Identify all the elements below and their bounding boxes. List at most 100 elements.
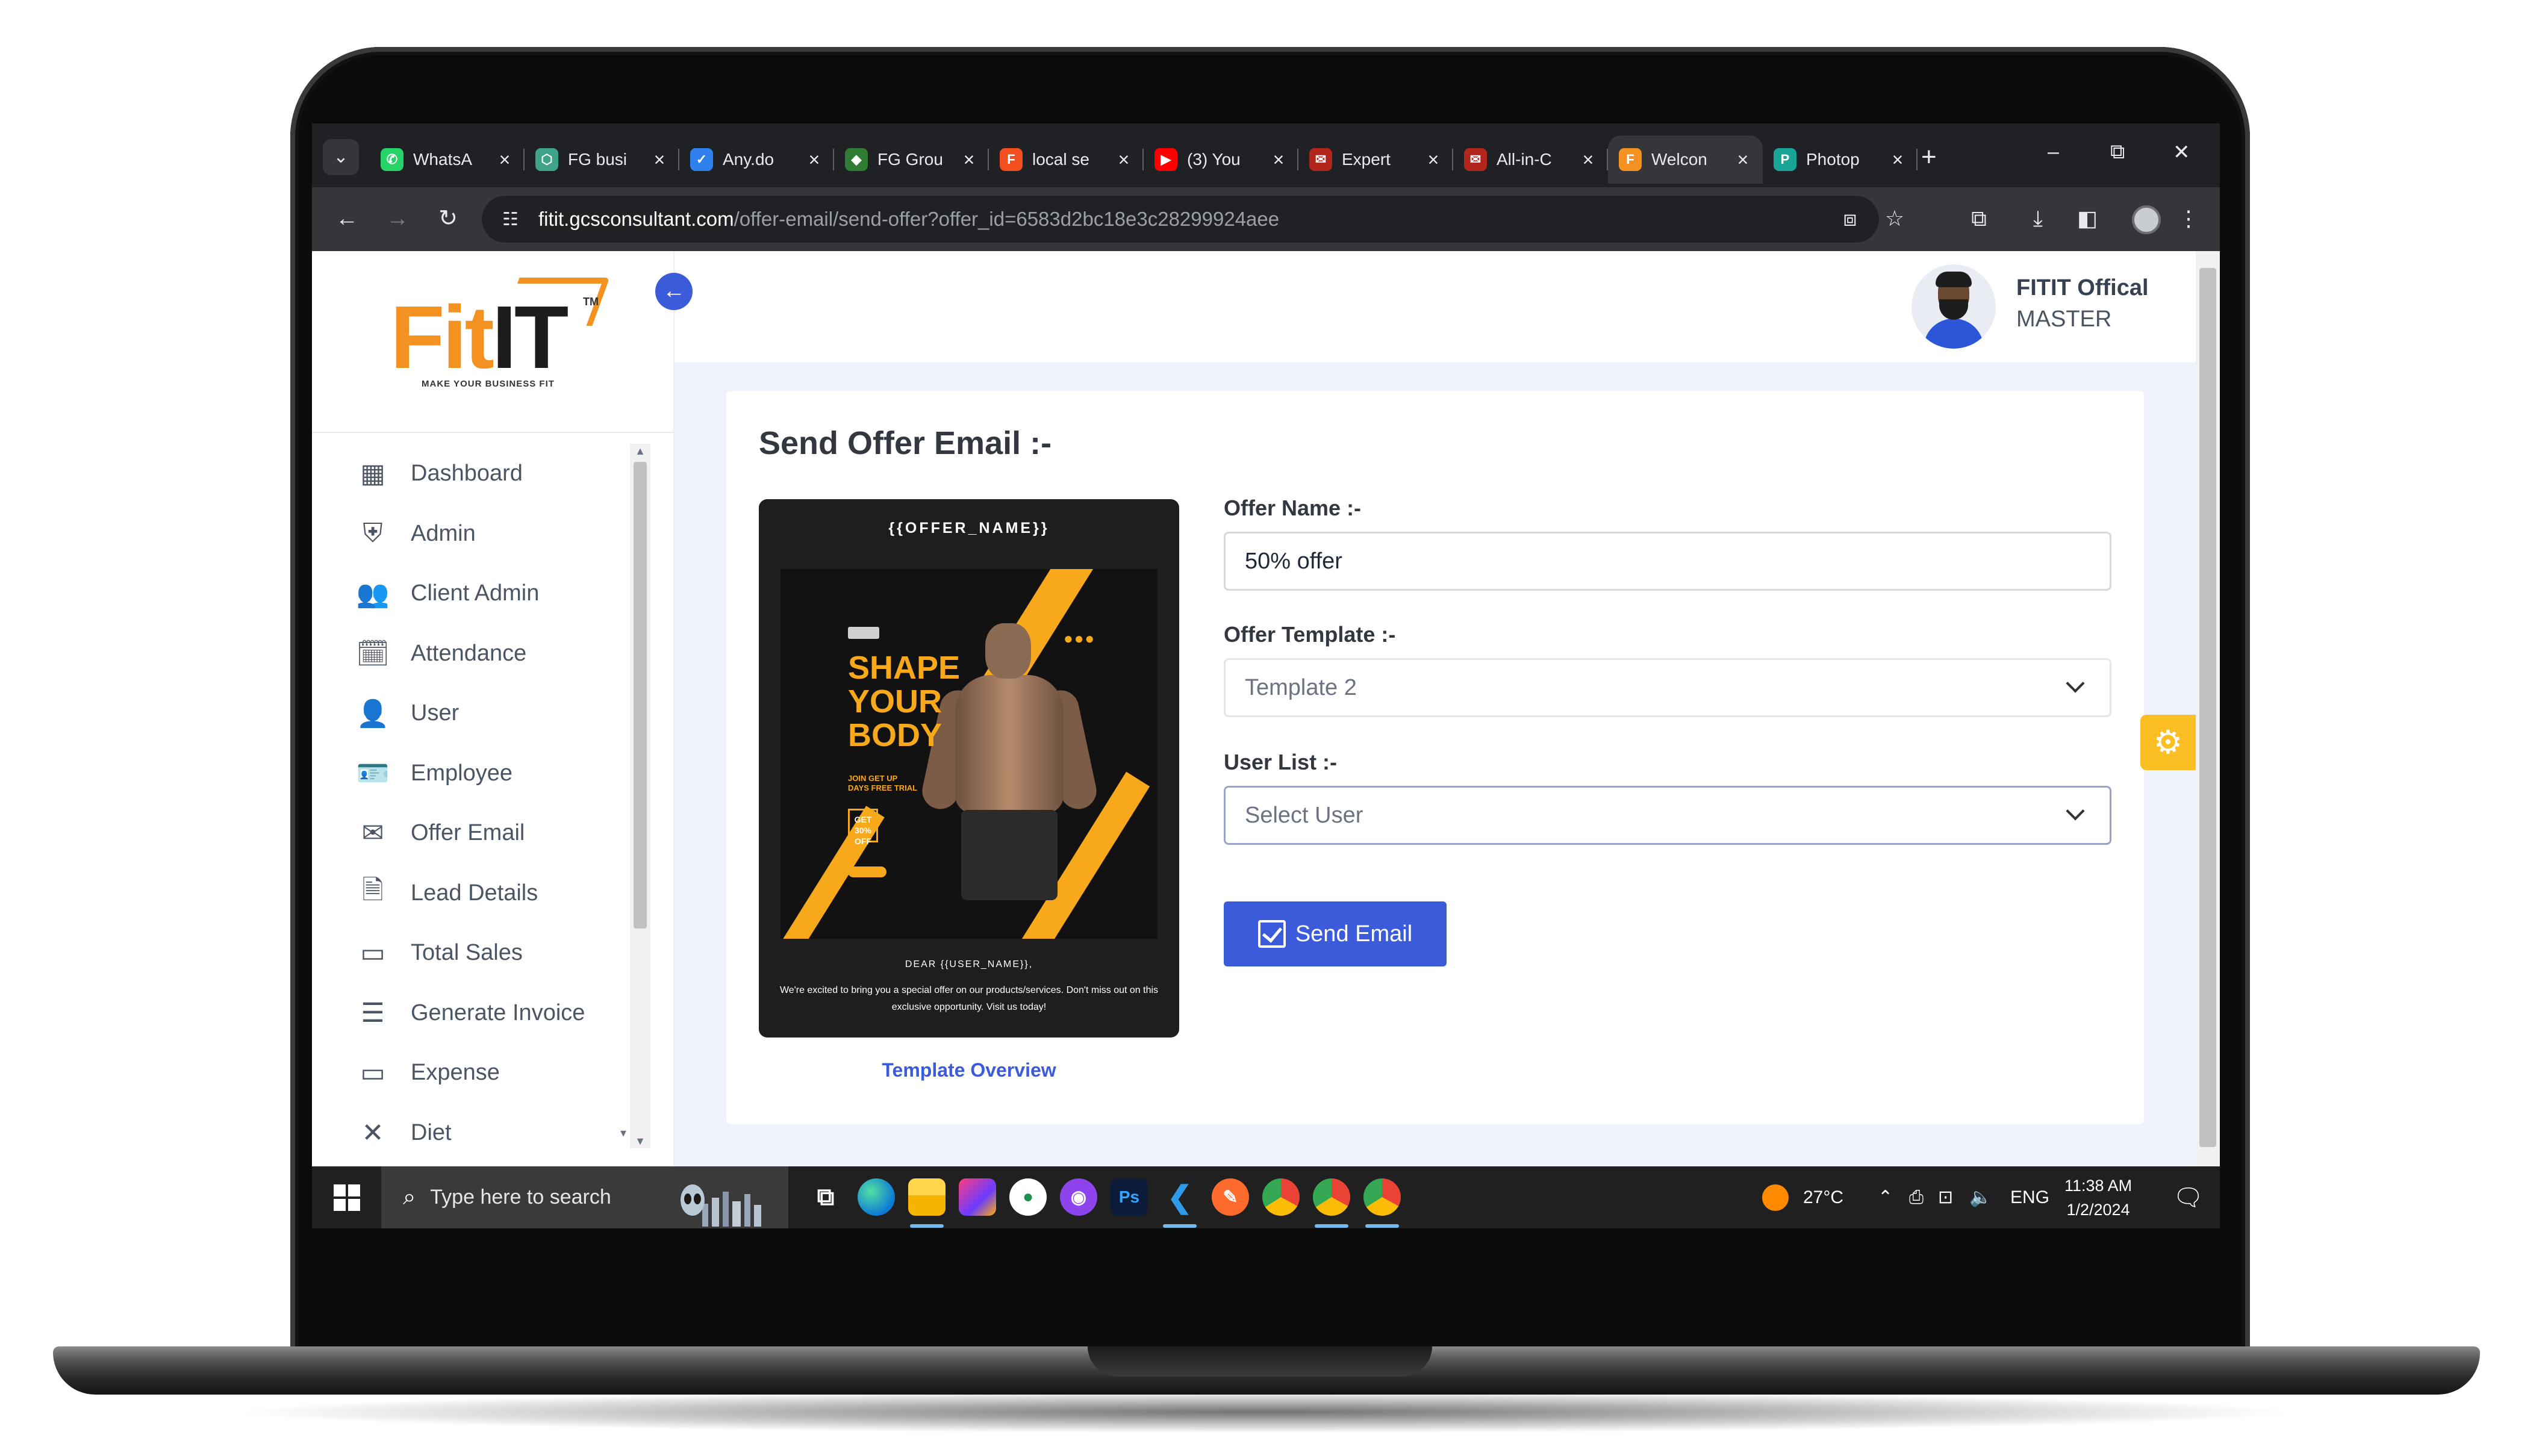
paint-app-icon[interactable]: [959, 1178, 996, 1216]
tab-close-icon[interactable]: ×: [1889, 149, 1907, 171]
downloads-icon[interactable]: ⤓: [2021, 202, 2055, 235]
file-explorer-icon[interactable]: [908, 1178, 946, 1216]
browser-tab[interactable]: ✆ WhatsA ×: [370, 135, 525, 184]
restore-icon[interactable]: ⧉: [2110, 140, 2125, 164]
sidebar-item-client-admin[interactable]: 👥 Client Admin: [355, 564, 620, 624]
tab-close-icon[interactable]: ×: [650, 149, 668, 171]
sidebar-divider: [312, 432, 675, 433]
browser-tab[interactable]: ▶ (3) You ×: [1144, 135, 1298, 184]
sidebar-menu: ▦ Dashboard ⛨ Admin 👥 Client Admin 🗓 Attendance…: [355, 444, 626, 1163]
sidebar-item-diet[interactable]: ✕ Diet ▾: [355, 1103, 626, 1163]
browser-tab[interactable]: ⬡ FG busi ×: [525, 135, 679, 184]
photoshop-icon[interactable]: Ps: [1111, 1178, 1148, 1216]
scroll-up-arrow-icon[interactable]: ▲: [632, 445, 648, 458]
fitit-favicon-icon: F: [1619, 148, 1642, 171]
weather-widget[interactable]: 27°C: [1762, 1166, 1843, 1228]
scroll-down-arrow-icon[interactable]: ▼: [632, 1135, 648, 1148]
side-panel-icon[interactable]: ◧: [2070, 202, 2104, 235]
browser-tab[interactable]: ✉ Expert ×: [1298, 135, 1453, 184]
tab-close-icon[interactable]: ×: [960, 149, 978, 171]
tab-close-icon[interactable]: ×: [496, 149, 514, 171]
browser-tab[interactable]: ✉ All-in-C ×: [1453, 135, 1608, 184]
template-overview-link[interactable]: Template Overview: [759, 1059, 1179, 1081]
offer-template-select[interactable]: Template 2: [1224, 658, 2111, 717]
volume-icon[interactable]: 🔈: [1969, 1166, 1992, 1228]
bookmark-star-icon[interactable]: ☆: [1878, 202, 1911, 235]
offer-name-input[interactable]: 50% offer: [1224, 532, 2111, 591]
postman-icon[interactable]: ✎: [1212, 1178, 1249, 1216]
tab-title: Welcon: [1651, 150, 1707, 169]
sidebar-item-user[interactable]: 👤 User: [355, 683, 620, 744]
tab-close-icon[interactable]: ×: [1734, 149, 1752, 171]
browser-tab[interactable]: ✓ Any.do ×: [679, 135, 834, 184]
chrome-running-indicator: [1315, 1224, 1348, 1228]
back-icon[interactable]: ←: [330, 202, 364, 235]
close-window-icon[interactable]: ✕: [2173, 140, 2190, 164]
user-avatar[interactable]: [1911, 264, 1996, 349]
minimize-icon[interactable]: –: [2048, 140, 2059, 164]
browser-tab[interactable]: P Photop ×: [1763, 135, 1918, 184]
extensions-icon[interactable]: ⧉: [1962, 202, 1996, 235]
sidebar-item-admin[interactable]: ⛨ Admin: [355, 504, 620, 564]
language-indicator[interactable]: ENG: [2010, 1166, 2049, 1228]
browser-tab[interactable]: F Welcon ×: [1608, 135, 1763, 184]
sidebar-item-expense[interactable]: ▭ Expense: [355, 1043, 620, 1103]
settings-gear-icon[interactable]: ⚙: [2140, 715, 2196, 770]
task-view-icon[interactable]: ⧉: [807, 1178, 844, 1216]
sidebar-scrollbar-thumb[interactable]: [634, 462, 647, 929]
vscode-icon[interactable]: ❮: [1161, 1178, 1198, 1216]
site-settings-icon[interactable]: ☷: [502, 209, 526, 230]
collapse-sidebar-button[interactable]: ←: [655, 273, 693, 310]
notifications-icon[interactable]: 🗨: [2173, 1166, 2204, 1228]
url-path: /offer-email/send-offer?offer_id=6583d2b…: [734, 208, 1280, 230]
install-app-icon[interactable]: ⧈: [1833, 202, 1867, 235]
tab-close-icon[interactable]: ×: [805, 149, 823, 171]
menu-kebab-icon[interactable]: ⋮: [2172, 202, 2205, 235]
tab-close-icon[interactable]: ×: [1579, 149, 1597, 171]
tray-meet-icon[interactable]: ⎙: [1909, 1166, 1924, 1228]
send-email-button[interactable]: Send Email: [1224, 901, 1447, 966]
network-icon[interactable]: ⊡: [1938, 1166, 1953, 1228]
tab-close-icon[interactable]: ×: [1270, 149, 1288, 171]
tab-close-icon[interactable]: ×: [1115, 149, 1133, 171]
windows-start-icon[interactable]: [334, 1184, 360, 1211]
system-clock[interactable]: 11:38 AM 1/2/2024: [2064, 1174, 2132, 1222]
chrome-profile-2-icon[interactable]: [1363, 1178, 1401, 1216]
whatsapp-icon: ✆: [381, 148, 403, 171]
tab-search-chevron-icon[interactable]: ⌄: [323, 139, 359, 175]
clock-date: 1/2/2024: [2066, 1201, 2130, 1219]
user-name[interactable]: FITIT Offical: [2016, 275, 2149, 301]
page-title: Send Offer Email :-: [759, 425, 1052, 461]
chevron-down-icon: [2066, 801, 2085, 821]
forward-icon[interactable]: →: [381, 202, 414, 235]
address-bar[interactable]: ☷ fitit.gcsconsultant.com/offer-email/se…: [482, 196, 1879, 243]
sidebar-item-dashboard[interactable]: ▦ Dashboard: [355, 444, 620, 504]
tab-title: Photop: [1806, 150, 1860, 169]
chrome-icon[interactable]: [1262, 1178, 1300, 1216]
submenu-caret-icon[interactable]: ▾: [620, 1125, 626, 1140]
sidebar-item-attendance[interactable]: 🗓 Attendance: [355, 624, 620, 684]
sidebar-item-offer-email[interactable]: ✉ Offer Email: [355, 803, 620, 863]
edge-icon[interactable]: [858, 1178, 895, 1216]
fitit-logo[interactable]: FitIT TM MAKE YOUR BUSINESS FIT: [390, 278, 610, 404]
green-app-icon[interactable]: ●: [1009, 1178, 1047, 1216]
tray-chevron-up-icon[interactable]: ⌃: [1878, 1166, 1893, 1228]
new-tab-button[interactable]: +: [1921, 143, 1937, 172]
sidebar-item-employee[interactable]: 🪪 Employee: [355, 744, 620, 804]
page-scrollbar-thumb[interactable]: [2199, 268, 2216, 1147]
github-desktop-icon[interactable]: ◉: [1060, 1178, 1097, 1216]
user-list-select[interactable]: Select User: [1224, 786, 2111, 845]
invoice-icon: ☰: [361, 998, 385, 1028]
reload-icon[interactable]: ↻: [431, 202, 465, 235]
expert-icon: ✉: [1309, 148, 1332, 171]
profile-avatar[interactable]: [2132, 205, 2161, 234]
tab-close-icon[interactable]: ×: [1424, 149, 1442, 171]
sidebar-item-lead-details[interactable]: 🗎 Lead Details: [355, 863, 620, 924]
attendance-calendar-icon: 🗓: [356, 639, 390, 669]
sidebar-item-label: Employee: [411, 760, 513, 786]
sidebar-item-total-sales[interactable]: ▭ Total Sales: [355, 923, 620, 983]
browser-tab[interactable]: Flocal se ×: [989, 135, 1144, 184]
browser-tab[interactable]: ◆ FG Grou ×: [834, 135, 989, 184]
sidebar-item-generate-invoice[interactable]: ☰ Generate Invoice: [355, 983, 620, 1044]
chrome-profile-icon[interactable]: [1313, 1178, 1350, 1216]
